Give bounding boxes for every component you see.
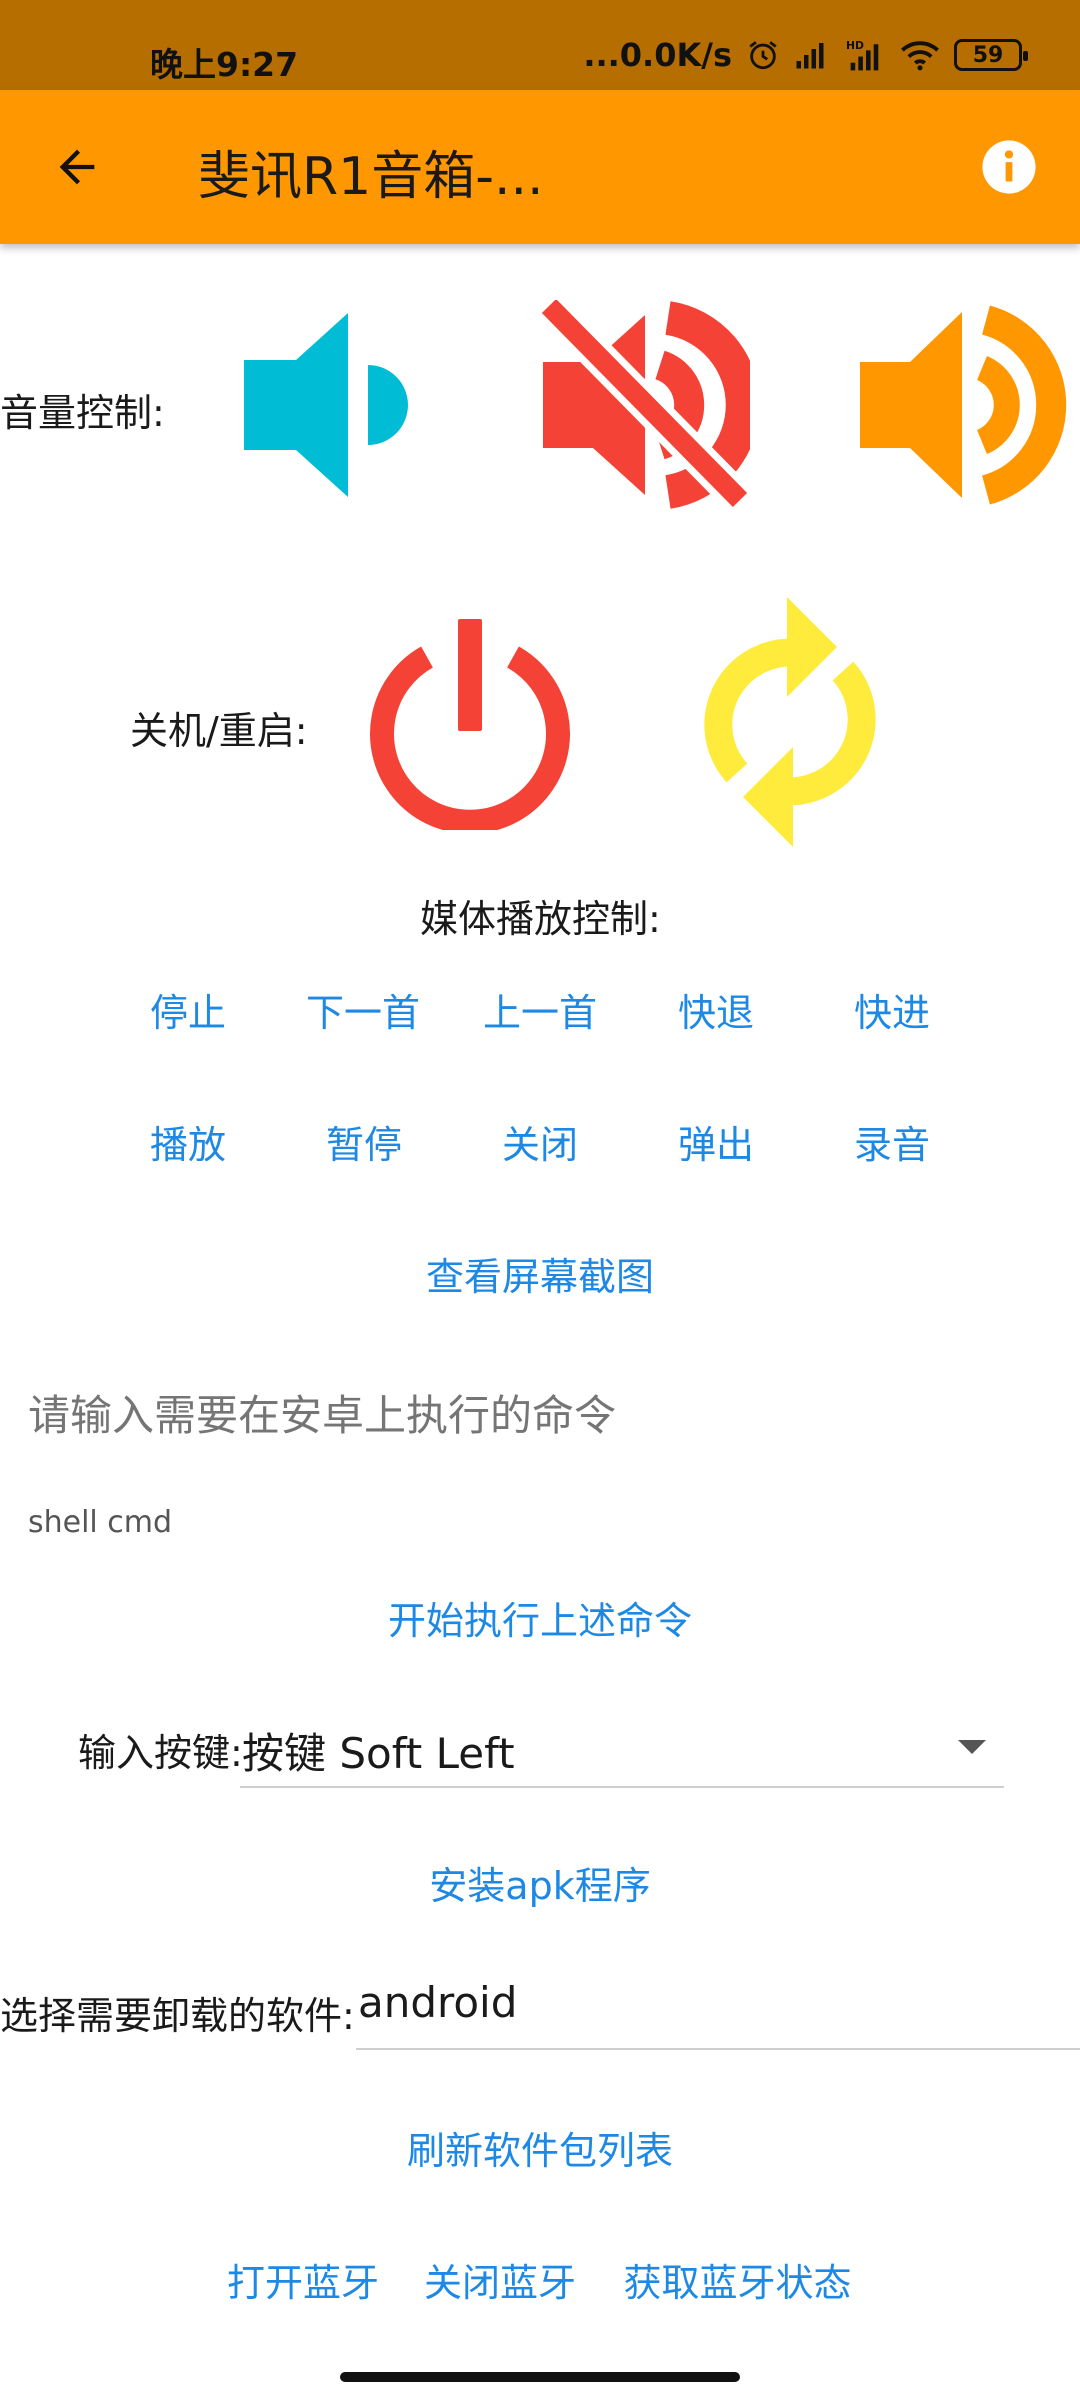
volume-mute-button[interactable]	[535, 300, 750, 510]
volume-mute-icon	[536, 300, 750, 510]
media-label: 媒体播放控制:	[420, 897, 661, 941]
wifi-icon	[901, 41, 939, 71]
volume-down-button[interactable]	[238, 305, 408, 505]
refresh-packages-button[interactable]: 刷新软件包列表	[380, 2120, 700, 2175]
volume-up-button[interactable]	[858, 300, 1068, 510]
uninstall-label: 选择需要卸载的软件:	[0, 1994, 355, 2038]
signal-icon	[796, 43, 824, 69]
fast-forward-button[interactable]: 快进	[832, 982, 952, 1037]
bluetooth-off-button[interactable]: 关闭蓝牙	[415, 2252, 585, 2307]
arrow-left-icon	[59, 149, 95, 185]
record-button[interactable]: 录音	[832, 1114, 952, 1169]
shell-helper-text: shell cmd	[28, 1505, 173, 1540]
battery-icon: 59	[954, 39, 1028, 71]
uninstall-select[interactable]: android	[356, 1978, 1080, 2050]
battery-level: 59	[972, 42, 1004, 68]
key-select-value: 按键 Soft Left	[242, 1729, 515, 1778]
volume-down-icon	[244, 313, 408, 497]
power-off-button[interactable]	[365, 615, 575, 830]
play-button[interactable]: 播放	[128, 1114, 248, 1169]
power-label: 关机/重启:	[130, 709, 308, 753]
key-input-label: 输入按键:	[78, 1731, 243, 1775]
home-indicator[interactable]	[340, 2372, 740, 2382]
close-button[interactable]: 关闭	[480, 1114, 600, 1169]
status-icons: ...0.0K/s HD 59	[583, 36, 1028, 74]
eject-button[interactable]: 弹出	[656, 1114, 776, 1169]
svg-text:HD: HD	[846, 39, 864, 52]
previous-track-button[interactable]: 上一首	[475, 982, 605, 1037]
dropdown-arrow-icon	[958, 1740, 986, 1754]
restart-button[interactable]	[695, 595, 885, 850]
pause-button[interactable]: 暂停	[304, 1114, 424, 1169]
bluetooth-status-button[interactable]: 获取蓝牙状态	[615, 2252, 860, 2307]
status-time: 晚上9:27	[150, 45, 299, 84]
volume-label: 音量控制:	[0, 391, 165, 435]
uninstall-select-value: android	[358, 1978, 518, 2027]
status-bar: 晚上9:27 ...0.0K/s HD 59	[0, 0, 1080, 90]
rewind-button[interactable]: 快退	[656, 982, 776, 1037]
page-title: 斐讯R1音箱-...	[198, 147, 544, 207]
restart-icon	[704, 597, 876, 847]
power-icon	[370, 619, 570, 830]
back-button[interactable]	[40, 130, 114, 204]
execute-command-button[interactable]: 开始执行上述命令	[350, 1590, 730, 1645]
key-select[interactable]: 按键 Soft Left	[240, 1718, 1004, 1788]
bluetooth-on-button[interactable]: 打开蓝牙	[218, 2252, 388, 2307]
app-bar: 斐讯R1音箱-...	[0, 90, 1080, 244]
info-icon	[982, 140, 1036, 194]
next-track-button[interactable]: 下一首	[298, 982, 428, 1037]
network-speed: ...0.0K/s	[583, 36, 732, 74]
stop-button[interactable]: 停止	[128, 982, 248, 1037]
info-button[interactable]	[974, 132, 1044, 202]
shell-command-input[interactable]	[28, 1380, 1048, 1450]
view-screenshot-button[interactable]: 查看屏幕截图	[390, 1246, 690, 1301]
install-apk-button[interactable]: 安装apk程序	[400, 1855, 680, 1910]
hd-signal-icon: HD	[846, 39, 879, 71]
alarm-icon	[749, 41, 777, 70]
volume-up-icon	[860, 305, 1067, 505]
